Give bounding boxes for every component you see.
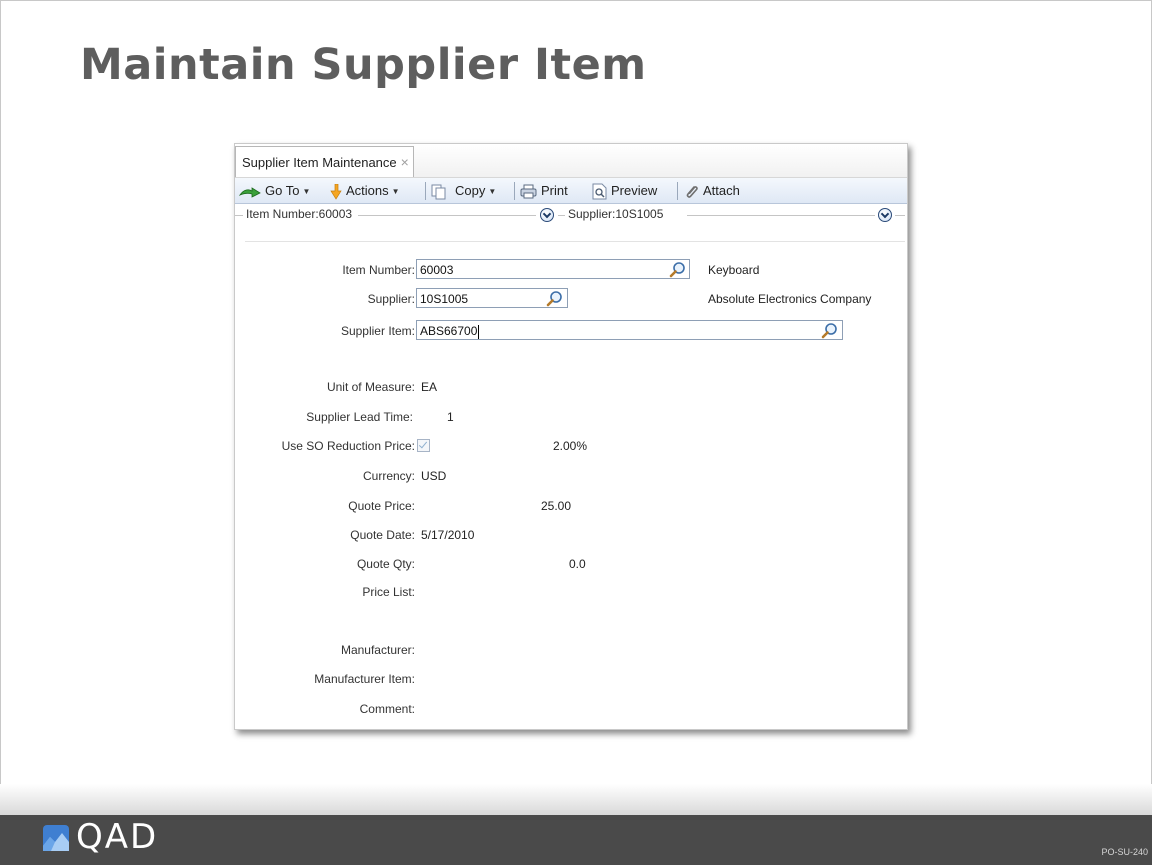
toolbar-separator [514, 182, 515, 200]
header-supplier: Supplier:10S1005 [568, 207, 664, 221]
copy-button[interactable]: Copy ▼ [431, 182, 496, 200]
lead-time-label: Supplier Lead Time: [306, 410, 413, 424]
printer-icon [520, 184, 537, 199]
actions-icon [330, 183, 342, 200]
text-caret [478, 324, 480, 339]
copy-icon [431, 184, 446, 200]
preview-button[interactable]: Preview [592, 182, 657, 200]
preview-icon [592, 183, 607, 200]
supplier-item-value: ABS66700 [420, 324, 478, 338]
uom-value: EA [421, 380, 438, 394]
quote-price-label: Quote Price: [348, 499, 415, 513]
uom-label: Unit of Measure: [326, 380, 415, 394]
currency-label: Currency: [362, 469, 415, 483]
quote-price-value: 25.00 [541, 499, 572, 513]
header-divider [245, 241, 905, 242]
item-number-label: Item Number: [342, 263, 415, 277]
toolbar: Go To ▼ Actions ▼ Copy ▼ Print Preview A… [235, 178, 907, 204]
lookup-icon[interactable] [546, 290, 563, 307]
manufacturer-item-label: Manufacturer Item: [314, 672, 415, 686]
print-label: Print [541, 183, 568, 198]
supplier-label: Supplier: [367, 292, 415, 306]
expand-item-icon[interactable] [540, 208, 554, 222]
supplier-description: Absolute Electronics Company [708, 292, 872, 306]
footer-fade [0, 784, 1152, 815]
item-description: Keyboard [708, 263, 760, 277]
toolbar-separator [677, 182, 678, 200]
chevron-down-icon: ▼ [391, 186, 400, 196]
item-number-value: 60003 [420, 263, 454, 277]
tab-bar: Supplier Item Maintenance × [235, 144, 907, 178]
supplier-value: 10S1005 [420, 292, 469, 306]
so-reduction-checkbox[interactable] [417, 439, 430, 452]
chevron-down-icon: ▼ [302, 186, 311, 196]
price-list-label: Price List: [362, 585, 415, 599]
footer-bar [0, 815, 1152, 865]
qad-logo-text: QAD [76, 817, 159, 857]
chevron-down-icon: ▼ [488, 186, 497, 196]
attach-label: Attach [703, 183, 740, 198]
tab-label: Supplier Item Maintenance [242, 155, 397, 170]
paperclip-icon [686, 185, 698, 198]
quote-qty-label: Quote Qty: [356, 557, 415, 571]
goto-button[interactable]: Go To ▼ [239, 182, 310, 200]
attach-button[interactable]: Attach [685, 182, 740, 200]
quote-date-value: 5/17/2010 [421, 528, 475, 542]
header-line [687, 215, 875, 216]
actions-label: Actions [346, 183, 389, 198]
quote-date-label: Quote Date: [350, 528, 415, 542]
expand-supplier-icon[interactable] [878, 208, 892, 222]
slide-code: PO-SU-240 [1101, 847, 1148, 857]
slide-title: Maintain Supplier Item [80, 40, 647, 90]
tab-supplier-item-maintenance[interactable]: Supplier Item Maintenance × [235, 146, 414, 177]
header-line [895, 215, 905, 216]
comment-label: Comment: [359, 702, 415, 716]
lookup-icon[interactable] [821, 322, 838, 339]
goto-label: Go To [265, 183, 300, 198]
supplier-item-field[interactable]: ABS66700 [416, 320, 843, 340]
close-icon[interactable]: × [401, 154, 409, 170]
header-line [235, 215, 243, 216]
header-item-number: Item Number:60003 [246, 207, 353, 221]
copy-label: Copy [455, 183, 486, 198]
currency-value: USD [421, 469, 447, 483]
quote-qty-value: 0.0 [569, 557, 586, 571]
actions-button[interactable]: Actions ▼ [330, 182, 400, 200]
toolbar-separator [425, 182, 426, 200]
so-reduction-value: 2.00% [553, 439, 588, 453]
header-line [358, 215, 536, 216]
goto-arrow-icon [239, 186, 261, 198]
lookup-icon[interactable] [669, 261, 686, 278]
print-button[interactable]: Print [520, 182, 568, 200]
supplier-item-window: Supplier Item Maintenance × Go To ▼ Action… [234, 143, 908, 730]
preview-label: Preview [611, 183, 658, 198]
item-number-field[interactable]: 60003 [416, 259, 690, 279]
supplier-item-label: Supplier Item: [340, 324, 415, 338]
lead-time-value: 1 [447, 410, 454, 424]
manufacturer-label: Manufacturer: [340, 643, 415, 657]
so-reduction-label: Use SO Reduction Price: [281, 439, 415, 453]
qad-logo-icon [43, 825, 69, 851]
supplier-field[interactable]: 10S1005 [416, 288, 568, 308]
header-line [558, 215, 565, 216]
